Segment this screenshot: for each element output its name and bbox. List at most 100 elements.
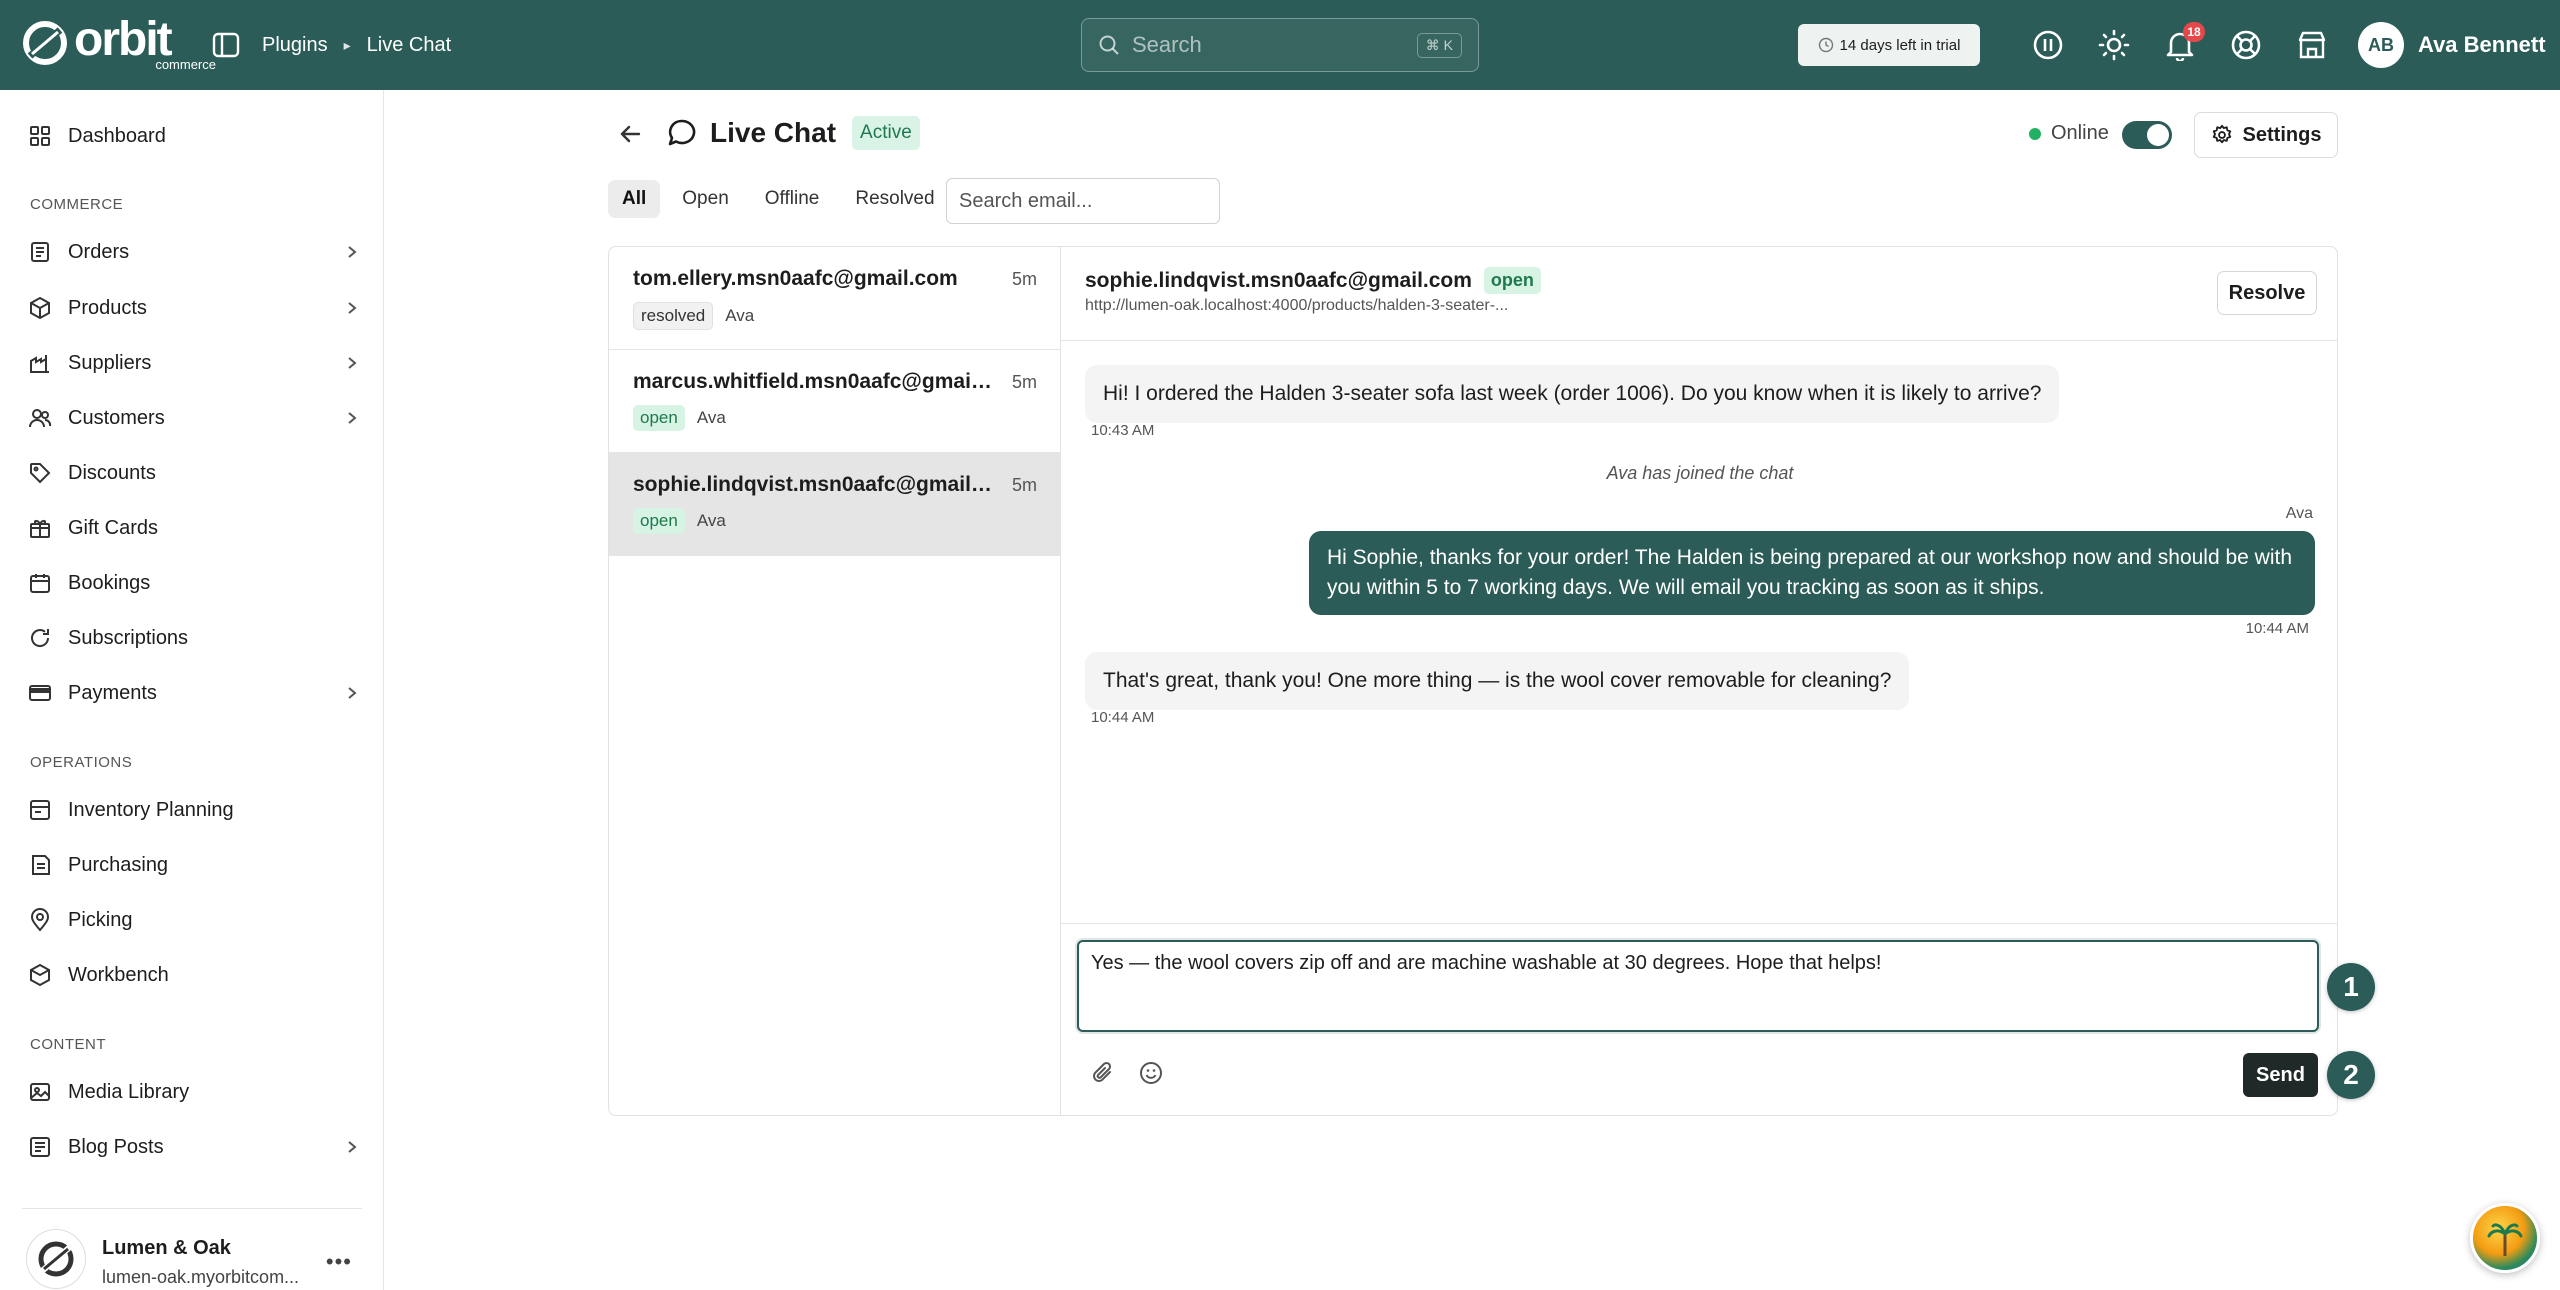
online-dot-icon <box>2029 127 2041 140</box>
email-search-input[interactable] <box>946 178 1220 224</box>
assistant-launcher-icon[interactable] <box>2470 1203 2540 1273</box>
user-menu[interactable]: AB Ava Bennett <box>2358 22 2546 68</box>
storefront-icon[interactable] <box>2293 26 2331 64</box>
conversation-email: sophie.lindqvist.msn0aafc@gmail.com <box>633 473 993 496</box>
sidebar-item-label: Subscriptions <box>68 626 189 649</box>
sidebar-item-gift-cards[interactable]: Gift Cards <box>28 506 358 550</box>
sidebar-item-blog-posts[interactable]: Blog Posts <box>28 1125 358 1169</box>
search-shortcut: ⌘ K <box>1416 32 1462 58</box>
sidebar-item-label: Payments <box>68 681 157 704</box>
help-icon[interactable] <box>2029 26 2067 64</box>
sidebar-item-media-library[interactable]: Media Library <box>28 1070 358 1114</box>
sidebar-item-dashboard[interactable]: Dashboard <box>28 114 358 158</box>
sidebar-item-picking[interactable]: Picking <box>28 898 358 942</box>
sidebar-item-label: Customers <box>68 406 165 429</box>
blog-posts-icon <box>30 1137 50 1157</box>
sidebar-item-label: Blog Posts <box>68 1135 164 1158</box>
sidebar-toggle-icon[interactable] <box>211 30 241 60</box>
conversation-time: 5m <box>1011 475 1037 495</box>
notifications-bell-icon[interactable]: 18 <box>2161 22 2205 64</box>
status-badge: resolved <box>633 302 714 330</box>
tab-open[interactable]: Open <box>668 180 742 218</box>
conversation-email: marcus.whitfield.msn0aafc@gmail.com <box>633 370 993 393</box>
sidebar-item-label: Inventory Planning <box>68 798 234 821</box>
sidebar-item-label: Suppliers <box>68 351 152 374</box>
resolve-button[interactable]: Resolve <box>2217 271 2317 315</box>
sidebar-item-workbench[interactable]: Workbench <box>28 953 358 997</box>
trial-label: 14 days left in trial <box>1839 36 1961 54</box>
conversation-email: tom.ellery.msn0aafc@gmail.com <box>633 267 958 290</box>
breadcrumb-plugins[interactable]: Plugins <box>262 34 328 57</box>
sidebar-item-payments[interactable]: Payments <box>28 671 358 715</box>
inventory-icon <box>30 800 50 820</box>
page-header: Live Chat Active <box>666 116 920 150</box>
sidebar-item-label: Dashboard <box>68 124 166 147</box>
chevron-right-icon <box>346 356 358 370</box>
tab-offline[interactable]: Offline <box>751 180 834 218</box>
sidebar-section-content: CONTENT <box>30 1036 106 1053</box>
settings-button[interactable]: Settings <box>2194 112 2338 158</box>
paperclip-icon[interactable] <box>1089 1059 1117 1087</box>
workspace-logo-icon <box>26 1229 86 1289</box>
sidebar: Dashboard COMMERCE Orders Products Suppl… <box>0 90 384 1290</box>
page-title: Live Chat <box>710 117 837 148</box>
sidebar-item-orders[interactable]: Orders <box>28 230 358 274</box>
logo-subtitle: commerce <box>155 57 216 72</box>
sidebar-item-label: Bookings <box>68 571 151 594</box>
conversation-item[interactable]: tom.ellery.msn0aafc@gmail.com 5m resolve… <box>609 247 1061 350</box>
customer-message: That's great, thank you! One more thing … <box>1085 652 1910 710</box>
chevron-right-icon <box>346 301 358 315</box>
orbit-logo-icon <box>23 21 67 65</box>
annotation-marker-2: 2 <box>2327 1051 2375 1099</box>
sidebar-item-discounts[interactable]: Discounts <box>28 451 358 495</box>
conversation-agent: Ava <box>725 306 755 325</box>
workspace-domain: lumen-oak.myorbitcom... <box>102 1267 300 1287</box>
breadcrumb-current: Live Chat <box>366 33 452 56</box>
sidebar-item-label: Purchasing <box>68 853 169 876</box>
sidebar-item-label: Discounts <box>68 461 156 484</box>
discounts-icon <box>30 463 51 484</box>
sidebar-item-products[interactable]: Products <box>28 286 358 330</box>
global-search[interactable]: Search ⌘ K <box>1081 18 1479 72</box>
search-icon <box>1099 35 1119 55</box>
sidebar-item-suppliers[interactable]: Suppliers <box>28 341 358 385</box>
workspace-switcher[interactable]: Lumen & Oak lumen-oak.myorbitcom... ••• <box>22 1208 362 1289</box>
settings-label: Settings <box>2242 123 2322 146</box>
emoji-icon[interactable] <box>1137 1059 1165 1087</box>
bookings-icon <box>30 574 50 593</box>
payments-icon <box>29 685 51 701</box>
top-bar: orbit commerce Plugins ▸ Live Chat Searc… <box>0 0 2560 90</box>
chat-bubble-icon <box>668 119 696 146</box>
sidebar-item-bookings[interactable]: Bookings <box>28 561 358 605</box>
sidebar-item-purchasing[interactable]: Purchasing <box>28 843 358 887</box>
products-icon <box>30 296 50 320</box>
suppliers-icon <box>30 355 49 373</box>
tab-resolved[interactable]: Resolved <box>841 180 948 218</box>
more-options-icon[interactable]: ••• <box>326 1249 352 1275</box>
status-badge: open <box>633 405 685 431</box>
live-chat-panel: tom.ellery.msn0aafc@gmail.com 5m resolve… <box>608 246 2338 1116</box>
chat-page-url[interactable]: http://lumen-oak.localhost:4000/products… <box>1085 297 1565 315</box>
support-lifebuoy-icon[interactable] <box>2227 26 2265 64</box>
send-button[interactable]: Send <box>2243 1053 2318 1097</box>
tab-all[interactable]: All <box>608 180 661 218</box>
sidebar-item-label: Picking <box>68 908 133 931</box>
brand-logo[interactable]: orbit commerce <box>22 13 216 72</box>
online-toggle[interactable] <box>2122 121 2172 149</box>
sidebar-item-inventory-planning[interactable]: Inventory Planning <box>28 788 358 832</box>
back-arrow-icon[interactable] <box>616 120 644 148</box>
sidebar-item-label: Workbench <box>68 963 169 986</box>
customers-icon <box>29 409 52 428</box>
sidebar-item-subscriptions[interactable]: Subscriptions <box>28 616 358 660</box>
conversation-item-selected[interactable]: sophie.lindqvist.msn0aafc@gmail.com 5m o… <box>609 453 1061 556</box>
message-input[interactable]: Yes — the wool covers zip off and are ma… <box>1077 940 2319 1032</box>
agent-message: Hi Sophie, thanks for your order! The Ha… <box>1309 531 2315 615</box>
conversation-item[interactable]: marcus.whitfield.msn0aafc@gmail.com 5m o… <box>609 350 1061 453</box>
customer-message: Hi! I ordered the Halden 3-seater sofa l… <box>1085 365 2060 423</box>
message-time: 10:44 AM <box>1091 709 1155 726</box>
status-badge: Active <box>852 116 920 150</box>
theme-sun-icon[interactable] <box>2095 26 2133 64</box>
trial-badge[interactable]: 14 days left in trial <box>1798 24 1980 66</box>
sidebar-item-customers[interactable]: Customers <box>28 396 358 440</box>
sidebar-section-commerce: COMMERCE <box>30 196 124 213</box>
